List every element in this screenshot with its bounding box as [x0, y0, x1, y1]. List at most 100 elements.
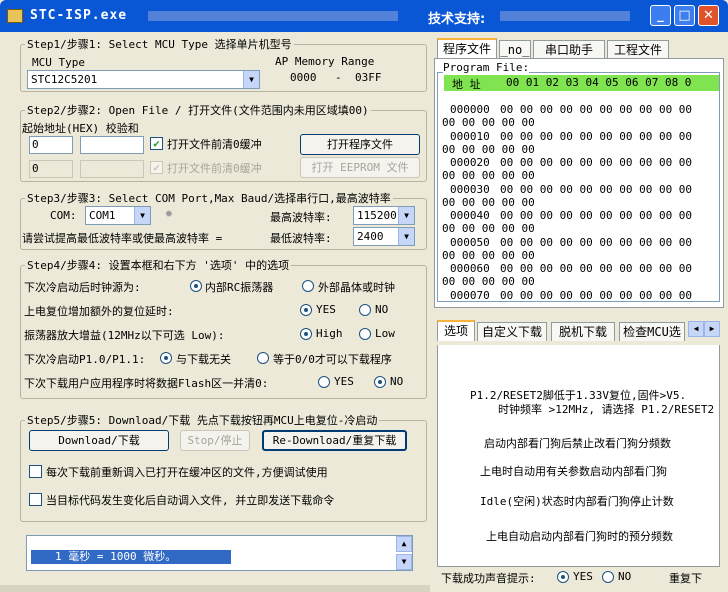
open-eeprom-file-button[interactable]: 打开 EEPROM 文件	[300, 157, 420, 178]
option-label-1: YES	[334, 375, 354, 388]
repeat-download-label: 重复下	[669, 572, 702, 585]
download-button[interactable]: Download/下载	[29, 430, 169, 451]
option-label-1: 与下载无关	[176, 353, 231, 366]
hex-header-address: 地 址	[452, 78, 481, 91]
clear-eeprom-buffer-label: 打开文件前清0缓冲	[167, 162, 262, 175]
title-bar[interactable]: STC-ISP.exe 技术支持: _ □ ✕	[0, 0, 728, 32]
ap-range-label: AP Memory Range	[275, 55, 375, 68]
option-radio-2[interactable]	[302, 280, 314, 292]
stop-button[interactable]: Stop/停止	[180, 430, 250, 451]
option-label-2: 等于0/0才可以下载程序	[273, 353, 392, 366]
mcu-type-value: STC12C5201	[31, 73, 98, 86]
mcu-type-select[interactable]: STC12C5201 ▼	[27, 70, 260, 89]
option-description: 启动内部看门狗后禁止改看门狗分频数	[484, 437, 671, 450]
min-baud-label: 最低波特率:	[270, 232, 332, 245]
hex-bytes-line1: 00 00 00 00 00 00 00 00 00 00	[500, 288, 693, 302]
hex-address: 000070	[450, 288, 490, 302]
min-baud-select[interactable]: 2400 ▼	[353, 227, 415, 246]
tab-scroll-left-icon[interactable]: ◀	[688, 321, 704, 337]
message-log[interactable]: 1 毫秒 = 1000 微秒。 ▲ ▼	[26, 535, 413, 571]
blurred-support-text	[500, 11, 630, 21]
hex-bytes-line1: 00 00 00 00 00 00 00 00 00 00	[500, 129, 693, 143]
redownload-button[interactable]: Re-Download/重复下载	[262, 430, 407, 451]
minimize-button[interactable]: _	[650, 5, 671, 26]
tab-2[interactable]: 串口助手	[533, 40, 605, 59]
tab-3[interactable]: 工程文件	[607, 40, 669, 59]
step4-row-label: 上电复位增加额外的复位延时:	[24, 305, 174, 318]
program-file-label: Program File:	[443, 61, 530, 74]
clear-buffer-label: 打开文件前清0缓冲	[167, 138, 262, 151]
option-description: Idle(空闲)状态时内部看门狗停止计数	[480, 495, 674, 508]
hex-bytes-line2: 00 00 00 00 00	[442, 142, 535, 156]
eeprom-checksum-field	[80, 160, 144, 178]
option-radio-1[interactable]	[318, 376, 330, 388]
option-label-1: 内部RC振荡器	[205, 281, 274, 294]
blurred-title-text	[148, 11, 398, 21]
dropdown-arrow-icon[interactable]: ▼	[398, 228, 414, 245]
tab-1[interactable]: _no_	[499, 40, 531, 59]
hex-bytes-line1: 00 00 00 00 00 00 00 00 00 00	[500, 235, 693, 249]
hex-view[interactable]: 地 址 00 01 02 03 04 05 06 07 08 0 000000 0…	[437, 72, 720, 302]
hex-address: 000030	[450, 182, 490, 196]
open-program-file-button[interactable]: 打开程序文件	[300, 134, 420, 155]
option-label-2: NO	[375, 303, 389, 316]
window-title: STC-ISP.exe	[30, 8, 128, 23]
hex-bytes-line2: 00 00 00 00 00	[442, 275, 535, 288]
option-label-2: 外部晶体或时钟	[318, 281, 395, 294]
hex-address: 000000	[450, 103, 490, 116]
dropdown-arrow-icon[interactable]: ▼	[398, 207, 414, 224]
clear-eeprom-buffer-checkbox[interactable]: ✔	[150, 161, 163, 174]
maximize-button[interactable]: □	[674, 5, 695, 26]
option-tab-0[interactable]: 选项	[437, 320, 475, 341]
sound-no-radio[interactable]	[602, 571, 614, 583]
reload-each-time-checkbox[interactable]	[29, 465, 42, 478]
start-address-input[interactable]: 0	[29, 136, 73, 154]
max-baud-select[interactable]: 115200 ▼	[353, 206, 415, 225]
option-description: 时钟频率 >12MHz, 请选择 P1.2/RESET2	[498, 403, 715, 416]
ap-range-separator: -	[335, 71, 342, 84]
close-button[interactable]: ✕	[698, 5, 719, 26]
dropdown-arrow-icon[interactable]: ▼	[243, 71, 259, 88]
eeprom-address-input[interactable]: 0	[29, 160, 73, 178]
hex-bytes-line2: 00 00 00 00 00	[442, 116, 535, 129]
status-strip	[0, 585, 430, 592]
option-description: 上电自动启动内部看门狗时的预分频数	[486, 530, 673, 543]
hex-bytes-line1: 00 00 00 00 00 00 00 00 00 00	[500, 156, 693, 169]
auto-load-checkbox[interactable]	[29, 493, 42, 506]
option-radio-1[interactable]	[300, 304, 312, 316]
option-radio-2[interactable]	[359, 304, 371, 316]
start-address-label: 起始地址(HEX) 校验和	[22, 122, 139, 135]
options-panel: P1.2/RESET2脚低于1.33V复位,固件>V5. 时钟频率 >12MHz,…	[437, 345, 720, 567]
hex-bytes-line2: 00 00 00 00 00	[442, 248, 535, 262]
step3-legend: Step3/步骤3: Select COM Port,Max Baud/选择串行…	[27, 192, 391, 205]
step2-legend: Step2/步骤2: Open File / 打开文件(文件范围内未用区域填00…	[27, 104, 369, 117]
com-port-select[interactable]: COM1 ▼	[85, 206, 151, 225]
min-baud-value: 2400	[357, 230, 384, 243]
option-tab-2[interactable]: 脱机下载	[551, 322, 615, 341]
tab-scroll-right-icon[interactable]: ▶	[704, 321, 720, 337]
option-radio-2[interactable]	[359, 328, 371, 340]
log-scroll-up-icon[interactable]: ▲	[396, 536, 412, 552]
option-radio-2[interactable]	[374, 376, 386, 388]
hex-header-row: 地 址 00 01 02 03 04 05 06 07 08 0	[444, 75, 719, 91]
option-label-2: Low	[375, 327, 395, 340]
hex-bytes-line2: 00 00 00 00 00	[442, 169, 535, 182]
option-tab-1[interactable]: 自定义下载	[477, 322, 547, 341]
tab-0[interactable]: 程序文件	[437, 38, 497, 59]
sound-yes-radio[interactable]	[557, 571, 569, 583]
option-radio-1[interactable]	[300, 328, 312, 340]
option-radio-1[interactable]	[160, 352, 172, 364]
hex-bytes-line2: 00 00 00 00 00	[442, 195, 535, 209]
com-label: COM:	[50, 209, 77, 222]
dropdown-arrow-icon[interactable]: ▼	[134, 207, 150, 224]
hex-address: 000010	[450, 129, 490, 143]
log-scroll-down-icon[interactable]: ▼	[396, 554, 412, 570]
clear-buffer-checkbox[interactable]: ✔	[150, 137, 163, 150]
option-radio-1[interactable]	[190, 280, 202, 292]
step4-legend: Step4/步骤4: 设置本框和右下方 '选项' 中的选项	[27, 259, 290, 272]
sound-no-label: NO	[618, 570, 632, 583]
option-tab-3[interactable]: 检查MCU选	[619, 322, 685, 341]
option-radio-2[interactable]	[257, 352, 269, 364]
step1-legend: Step1/步骤1: Select MCU Type 选择单片机型号	[27, 38, 292, 51]
baud-hint-text: 请尝试提高最低波特率或使最高波特率 =	[22, 232, 223, 245]
